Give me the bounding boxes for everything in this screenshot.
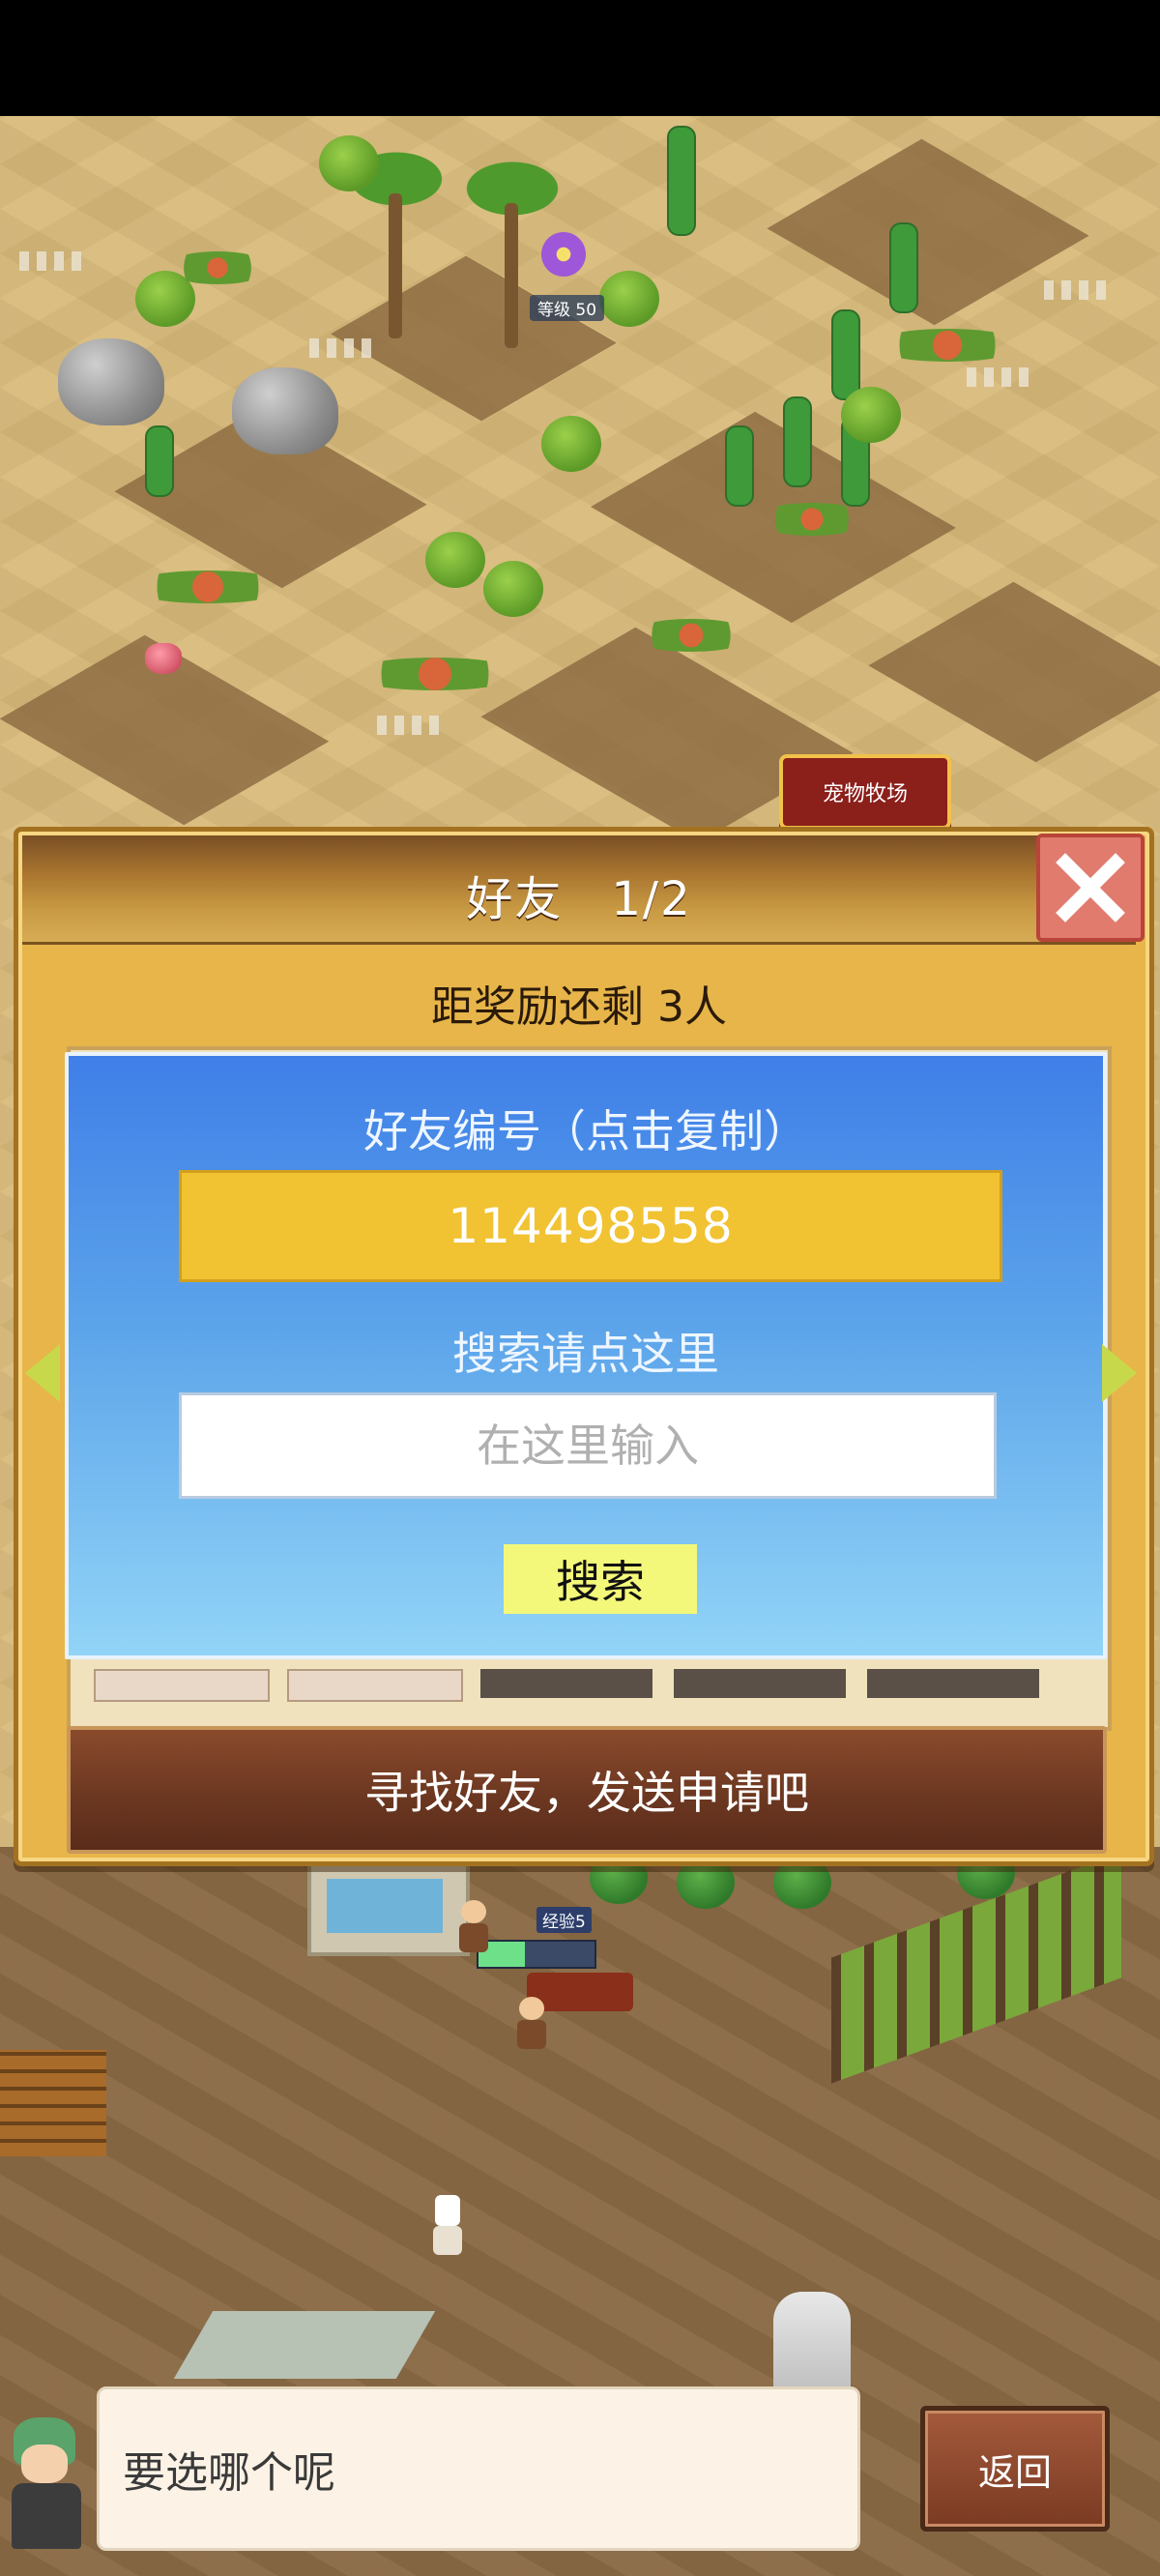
bush xyxy=(319,135,379,191)
flowerbed xyxy=(348,658,522,690)
cactus xyxy=(889,222,918,313)
advisor-avatar xyxy=(0,2417,93,2553)
flowerbed xyxy=(126,571,290,603)
rock xyxy=(58,338,164,425)
friend-slot[interactable] xyxy=(674,1669,846,1698)
dialog-page-indicator: 1/2 xyxy=(611,872,692,926)
flowerbed xyxy=(870,329,1025,362)
bones xyxy=(19,251,87,271)
friend-search-panel: 好友编号（点击复制） 114498558 搜索请点这里 搜索 xyxy=(65,1052,1107,1659)
villager[interactable] xyxy=(459,1900,488,1954)
dialog-title: 好友 1/2 xyxy=(18,861,1140,928)
friend-slot[interactable] xyxy=(480,1669,652,1698)
bush xyxy=(483,561,543,617)
cactus xyxy=(667,126,696,236)
reward-progress-text: 距奖励还剩 3人 xyxy=(431,982,727,1032)
friend-slot[interactable] xyxy=(867,1669,1039,1698)
pet-ranch-sign[interactable]: 宠物牧场 xyxy=(779,754,951,830)
bush xyxy=(541,416,601,472)
flowerbed xyxy=(164,251,271,284)
dirt-patch xyxy=(767,138,1089,326)
friend-slot[interactable] xyxy=(94,1669,270,1702)
rock xyxy=(232,367,338,454)
pink-gem[interactable] xyxy=(145,643,182,674)
villager-chef[interactable] xyxy=(433,2195,462,2255)
bush xyxy=(841,387,901,443)
dirt-patch xyxy=(868,581,1160,763)
advisor-message: 要选哪个呢 xyxy=(97,2386,860,2551)
bones xyxy=(967,367,1034,387)
bush xyxy=(425,532,485,588)
flowerbed xyxy=(628,619,754,652)
purple-flower-monster[interactable] xyxy=(541,232,586,277)
lumber-pile xyxy=(0,2050,106,2156)
dialog-title-text: 好友 xyxy=(466,872,564,926)
find-friends-button[interactable]: 寻找好友，发送申请吧 xyxy=(67,1726,1107,1854)
friend-id-copy-box[interactable]: 114498558 xyxy=(179,1170,1002,1282)
character-progress-bar xyxy=(477,1940,596,1969)
exp-tag: 经验5 xyxy=(536,1907,592,1933)
friend-slot[interactable] xyxy=(287,1669,463,1702)
back-button[interactable]: 返回 xyxy=(920,2406,1110,2532)
bones xyxy=(1044,280,1112,300)
bones xyxy=(309,338,377,358)
building-roof xyxy=(173,2311,436,2379)
friends-dialog: 好友 1/2 距奖励还剩 3人 好友编号（点击复制） 114498558 搜索请点… xyxy=(14,827,1154,1866)
fountain[interactable] xyxy=(307,1861,470,1956)
friend-id-label: 好友编号（点击复制） xyxy=(363,1105,808,1157)
cactus xyxy=(831,309,860,400)
cactus xyxy=(783,396,812,487)
villager[interactable] xyxy=(517,1997,546,2051)
search-label: 搜索请点这里 xyxy=(452,1328,719,1380)
status-bar xyxy=(0,0,1160,116)
next-page-arrow-icon[interactable] xyxy=(1102,1344,1137,1402)
search-button[interactable]: 搜索 xyxy=(504,1544,697,1614)
flowerbed xyxy=(754,503,870,536)
friend-search-input[interactable] xyxy=(179,1392,997,1499)
level-tag: 等级 50 xyxy=(530,295,605,321)
cactus xyxy=(145,425,174,497)
prev-page-arrow-icon[interactable] xyxy=(25,1344,60,1402)
cactus xyxy=(725,425,754,507)
close-icon xyxy=(1056,853,1125,922)
bones xyxy=(377,716,445,735)
bush xyxy=(599,271,659,327)
close-button[interactable] xyxy=(1036,834,1145,942)
